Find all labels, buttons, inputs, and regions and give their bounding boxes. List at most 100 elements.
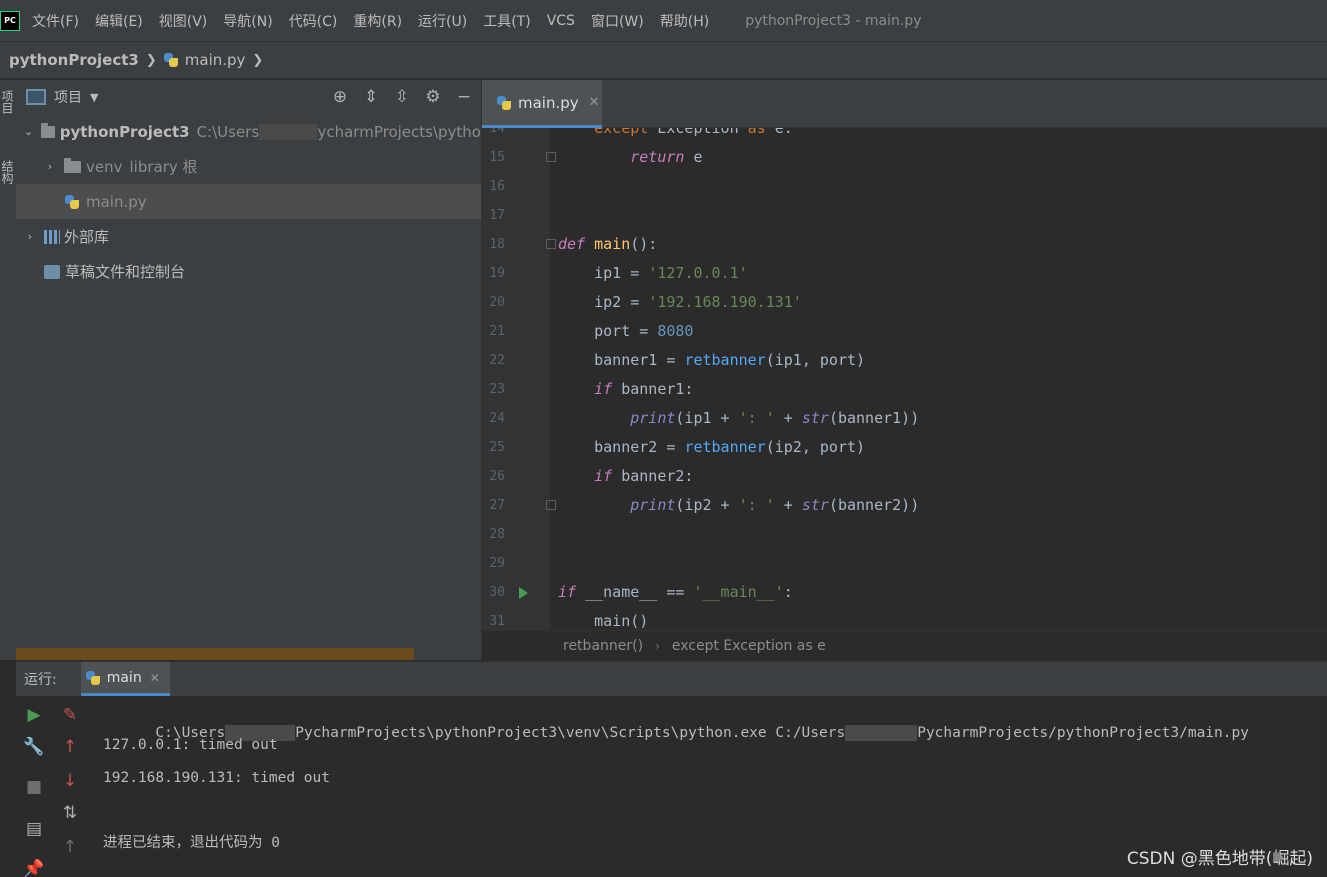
structure-tool-window-button[interactable]: 结构 (0, 160, 16, 184)
menu-edit[interactable]: 编辑(E) (95, 11, 143, 31)
sort-icon[interactable]: ⇅ (59, 802, 81, 824)
external-libraries-label: 外部库 (64, 228, 110, 246)
run-tab-main[interactable]: main ✕ (80, 662, 170, 696)
code-token: str (801, 496, 829, 514)
code-line: 15 return e (482, 143, 1327, 172)
code-text: print(ip2 + ': ' + str(banner2)) (558, 491, 919, 520)
project-tool-window-button[interactable]: 项目 (0, 90, 16, 114)
python-file-icon (496, 95, 512, 111)
project-panel: 项目 ▼ ⊕ ⇕ ⇳ ⚙ − ⌄ pythonProject3 C:\Users… (16, 80, 482, 660)
code-line: 16 (482, 172, 1327, 201)
menu-file[interactable]: 文件(F) (32, 11, 79, 31)
arrow-up-icon[interactable]: ↑ (59, 736, 81, 758)
code-token: ip2 = (558, 293, 649, 311)
tree-item-scratches[interactable]: 草稿文件和控制台 (16, 254, 481, 289)
chevron-right-icon: › (655, 639, 660, 653)
scroll-up-icon[interactable]: ↑ (59, 836, 81, 858)
folder-icon (40, 122, 55, 138)
chevron-right-icon: ❯ (252, 52, 264, 68)
breadcrumb-function[interactable]: retbanner() (563, 638, 643, 654)
menu-window[interactable]: 窗口(W) (591, 11, 644, 31)
code-token: '127.0.0.1' (648, 264, 748, 282)
menu-help[interactable]: 帮助(H) (660, 11, 709, 31)
line-number: 16 (489, 179, 505, 194)
run-panel-header: 运行: main ✕ (16, 662, 1327, 696)
locate-file-icon[interactable]: ⊕ (329, 86, 351, 108)
code-text: port = 8080 (558, 317, 693, 346)
fold-marker-icon[interactable] (546, 152, 556, 162)
tree-item-main-py[interactable]: main.py (16, 184, 481, 219)
gear-icon[interactable]: ⚙ (422, 86, 444, 108)
code-editor[interactable]: 14 except Exception as e: 15 return e 16 17… (482, 128, 1327, 630)
code-line: 17 (482, 201, 1327, 230)
chevron-right-icon[interactable]: › (22, 230, 38, 243)
project-panel-title[interactable]: 项目 (54, 87, 82, 107)
close-icon[interactable]: ✕ (150, 671, 160, 685)
arrow-down-icon[interactable]: ↓ (59, 770, 81, 792)
minimize-icon[interactable]: − (453, 86, 475, 108)
code-text: if banner1: (558, 375, 693, 404)
chevron-right-icon: ❯ (145, 52, 157, 68)
menu-code[interactable]: 代码(C) (289, 11, 338, 31)
layout-icon[interactable]: ▤ (23, 818, 45, 840)
code-token: + (774, 496, 802, 514)
line-number: 14 (489, 128, 505, 136)
menu-refactor[interactable]: 重构(R) (353, 11, 402, 31)
chevron-right-icon[interactable]: › (42, 160, 58, 173)
run-toolbar: ▶ ✎ 🔧 ↑ ■ ↓ ⇅ ▤ ↑ 📌 (16, 696, 86, 877)
menu-vcs[interactable]: VCS (547, 13, 575, 29)
tab-main-py[interactable]: main.py ✕ (482, 80, 602, 128)
breadcrumb-except[interactable]: except Exception as e (672, 638, 826, 654)
code-token: (banner1)) (828, 409, 920, 427)
watermark: CSDN @黑色地带(崛起) (1126, 849, 1313, 869)
code-line: 21 port = 8080 (482, 317, 1327, 346)
console-cmd-c: PycharmProjects/pythonProject3/main.py (917, 725, 1249, 741)
code-line: 24 print(ip1 + ': ' + str(banner1)) (482, 404, 1327, 433)
editor-tab-bar: main.py ✕ (482, 80, 1327, 128)
menu-view[interactable]: 视图(V) (159, 11, 208, 31)
tree-item-venv[interactable]: › venv library 根 (16, 149, 481, 184)
stop-icon[interactable]: ■ (23, 776, 45, 798)
code-token: (banner2)) (828, 496, 920, 514)
fold-marker-icon[interactable] (546, 500, 556, 510)
fold-marker-icon[interactable] (546, 239, 556, 249)
pin-icon[interactable]: 📌 (23, 858, 45, 877)
chevron-down-icon[interactable]: ⌄ (22, 125, 35, 138)
code-line: 14 except Exception as e: (482, 128, 1327, 143)
code-token: banner2 = (558, 438, 685, 456)
menu-tools[interactable]: 工具(T) (483, 11, 530, 31)
run-gutter-icon[interactable] (519, 587, 528, 599)
console-command-line: C:\Users PycharmProjects\pythonProject3\v… (103, 703, 1249, 741)
menu-run[interactable]: 运行(U) (418, 11, 467, 31)
python-file-icon (64, 194, 80, 210)
project-toolbar: ⊕ ⇕ ⇳ ⚙ − (329, 86, 475, 108)
venv-suffix: library 根 (129, 158, 198, 176)
close-icon[interactable]: ✕ (589, 95, 600, 110)
code-text: banner2 = retbanner(ip2, port) (558, 433, 865, 462)
horizontal-scrollbar[interactable] (16, 648, 414, 660)
code-line: 29 (482, 549, 1327, 578)
code-token: banner2: (621, 467, 694, 485)
line-number: 22 (489, 353, 505, 368)
python-file-icon (85, 670, 101, 686)
code-token: '192.168.190.131' (648, 293, 802, 311)
collapse-all-icon[interactable]: ⇳ (391, 86, 413, 108)
wrench-icon[interactable]: 🔧 (23, 736, 45, 758)
console-output-line-2: 192.168.190.131: timed out (103, 770, 330, 786)
rerun-icon[interactable]: ▶ (23, 704, 45, 726)
tree-item-external-libraries[interactable]: › 外部库 (16, 219, 481, 254)
clear-output-icon[interactable]: ✎ (59, 704, 81, 726)
code-text: ip1 = '127.0.0.1' (558, 259, 748, 288)
breadcrumb-project[interactable]: pythonProject3 (9, 51, 139, 69)
scratches-icon (44, 264, 60, 279)
code-token: (ip2 + (675, 496, 739, 514)
breadcrumb-file[interactable]: main.py (185, 51, 246, 69)
tree-item-project-root[interactable]: ⌄ pythonProject3 C:\Users ycharmProjects… (16, 114, 481, 149)
expand-all-icon[interactable]: ⇕ (360, 86, 382, 108)
code-line: 20 ip2 = '192.168.190.131' (482, 288, 1327, 317)
run-tab-label: main (106, 669, 142, 686)
redacted-block (259, 123, 318, 140)
menu-navigate[interactable]: 导航(N) (223, 11, 272, 31)
dropdown-caret-icon[interactable]: ▼ (90, 91, 98, 104)
